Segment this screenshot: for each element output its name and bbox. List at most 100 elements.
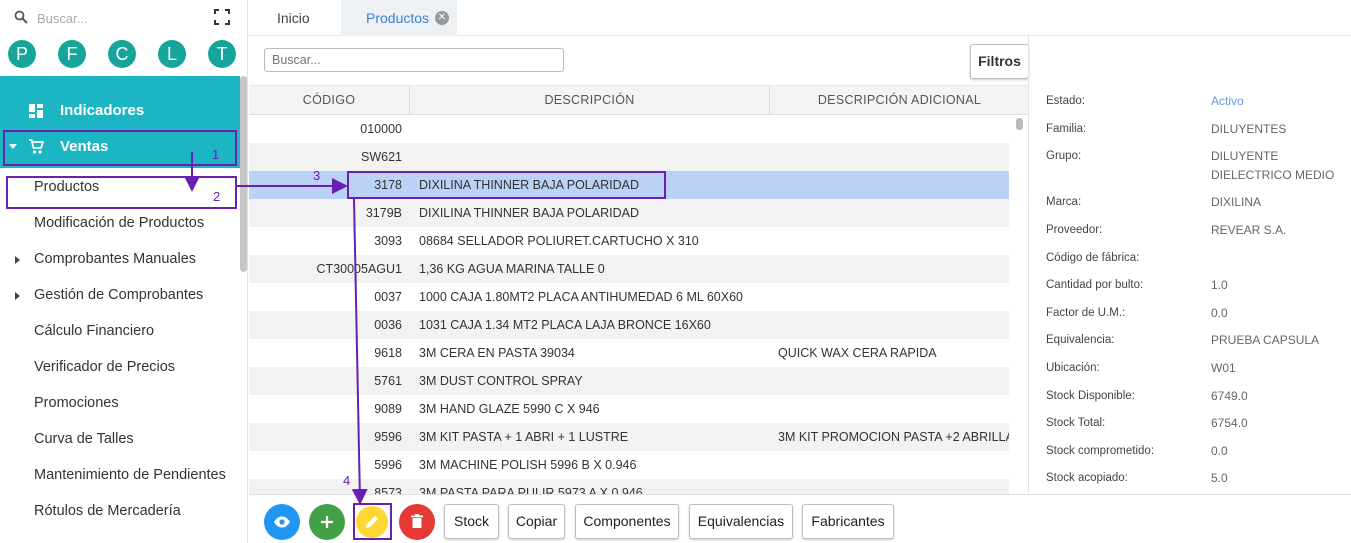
fabricantes-button[interactable]: Fabricantes <box>802 504 894 539</box>
detail-value: DILUYENTE DIELECTRICO MEDIO <box>1211 149 1335 182</box>
avatar-c[interactable]: C <box>108 40 136 68</box>
detail-value: DIXILINA <box>1211 195 1262 209</box>
column-header-descripcion-adicional[interactable]: DESCRIPCIÓN ADICIONAL <box>770 86 1029 115</box>
detail-label: Stock comprometido: <box>1046 445 1155 457</box>
equivalencias-button[interactable]: Equivalencias <box>689 504 793 539</box>
annotation-number-3: 3 <box>313 168 321 183</box>
table-row[interactable]: 5996 3M MACHINE POLISH 5996 B X 0.946 <box>249 451 1009 479</box>
avatar-t[interactable]: T <box>208 40 236 68</box>
cell-code: 3093 <box>374 234 402 248</box>
cell-desc: 3M MACHINE POLISH 5996 B X 0.946 <box>419 458 637 472</box>
delete-button[interactable] <box>399 504 435 540</box>
annotation-box-selected-row <box>347 171 666 199</box>
sidebar-item-comprobantes-manuales[interactable]: Comprobantes Manuales <box>0 242 240 278</box>
detail-value: 0.0 <box>1211 306 1228 320</box>
detail-value: 5.0 <box>1211 471 1228 485</box>
sidebar-item-label: Rótulos de Mercadería <box>34 503 181 519</box>
table-row[interactable]: 8573 3M PASTA PARA PULIR 5973 A X 0.946 <box>249 479 1009 495</box>
cell-desc: 3M KIT PASTA + 1 ABRI + 1 LUSTRE <box>419 430 629 444</box>
avatar-p[interactable]: P <box>8 40 36 68</box>
sidebar-item-promociones[interactable]: Promociones <box>0 386 240 422</box>
sidebar-item-gestion-comprobantes[interactable]: Gestión de Comprobantes <box>0 278 240 314</box>
cell-desc: 1,36 KG AGUA MARINA TALLE 0 <box>419 262 605 276</box>
table-row[interactable]: 9089 3M HAND GLAZE 5990 C X 946 <box>249 395 1009 423</box>
cell-code: 9618 <box>374 346 402 360</box>
table-row[interactable]: 5761 3M DUST CONTROL SPRAY <box>249 367 1009 395</box>
avatar-l[interactable]: L <box>158 40 186 68</box>
detail-value: 6749.0 <box>1211 389 1248 403</box>
cell-desc2: QUICK WAX CERA RAPIDA <box>778 346 937 360</box>
detail-value: PRUEBA CAPSULA <box>1211 333 1320 347</box>
detail-label: Familia: <box>1046 123 1087 135</box>
sidebar-item-label: Promociones <box>34 395 119 411</box>
detail-label: Marca: <box>1046 196 1082 208</box>
avatar-f[interactable]: F <box>58 40 86 68</box>
plus-icon <box>321 516 333 528</box>
table-row[interactable]: 010000 <box>249 115 1009 143</box>
product-detail-panel: Estado: Activo Familia: DILUYENTES Grupo: DIL… <box>1030 85 1351 493</box>
cell-code: SW621 <box>361 150 402 164</box>
detail-label: Grupo: <box>1046 150 1082 162</box>
column-header-descripcion[interactable]: DESCRIPCIÓN <box>410 86 770 115</box>
sidebar-scrollbar[interactable] <box>240 76 247 272</box>
cell-desc: 1000 CAJA 1.80MT2 PLACA ANTIHUMEDAD 6 ML… <box>419 290 743 304</box>
sidebar-search[interactable]: Buscar... <box>0 0 247 36</box>
search-input[interactable] <box>264 48 564 72</box>
componentes-button[interactable]: Componentes <box>575 504 679 539</box>
tab-bar: Inicio Productos ✕ <box>249 0 1351 36</box>
stock-button[interactable]: Stock <box>444 504 499 539</box>
table-row[interactable]: 9596 3M KIT PASTA + 1 ABRI + 1 LUSTRE 3M K… <box>249 423 1009 451</box>
tab-inicio[interactable]: Inicio <box>277 0 310 36</box>
add-button[interactable] <box>309 504 345 540</box>
dashboard-icon <box>29 104 43 118</box>
sidebar-item-label: Gestión de Comprobantes <box>34 287 204 303</box>
table-row[interactable]: CT30005AGU1 1,36 KG AGUA MARINA TALLE 0 <box>249 255 1009 283</box>
annotation-box-edit <box>353 503 392 540</box>
cell-desc: 3M HAND GLAZE 5990 C X 946 <box>419 402 600 416</box>
trash-icon <box>411 514 423 528</box>
table-row[interactable]: 0036 1031 CAJA 1.34 MT2 PLACA LAJA BRONCE… <box>249 311 1009 339</box>
tab-label: Productos <box>366 10 430 26</box>
caret-right-icon <box>15 292 20 300</box>
detail-label: Código de fábrica: <box>1046 252 1140 264</box>
table-row[interactable]: 3093 08684 SELLADOR POLIURET.CARTUCHO X 3… <box>249 227 1009 255</box>
column-header-codigo[interactable]: CÓDIGO <box>249 86 410 115</box>
detail-label: Proveedor: <box>1046 224 1103 236</box>
sidebar-item-modificacion-productos[interactable]: Modificación de Productos <box>0 206 240 242</box>
eye-icon <box>274 516 290 528</box>
sidebar-item-verificador-precios[interactable]: Verificador de Precios <box>0 350 240 386</box>
sidebar-item-label: Cálculo Financiero <box>34 323 155 339</box>
cell-code: 5996 <box>374 458 402 472</box>
sidebar-item-rotulos-mercaderia[interactable]: Rótulos de Mercadería <box>0 494 240 530</box>
copiar-button[interactable]: Copiar <box>508 504 565 539</box>
annotation-box-productos <box>6 176 237 209</box>
sidebar-item-curva-talles[interactable]: Curva de Talles <box>0 422 240 458</box>
sidebar-item-calculo-financiero[interactable]: Cálculo Financiero <box>0 314 240 350</box>
detail-value: 1.0 <box>1211 278 1228 292</box>
table-row[interactable]: SW621 <box>249 143 1009 171</box>
table-row[interactable]: 3179B DIXILINA THINNER BAJA POLARIDAD <box>249 199 1009 227</box>
sidebar-item-mantenimiento-pendientes[interactable]: Mantenimiento de Pendientes <box>0 458 240 494</box>
cell-code: CT30005AGU1 <box>316 262 402 276</box>
table-row[interactable]: 9618 3M CERA EN PASTA 39034 QUICK WAX CERA… <box>249 339 1009 367</box>
menu-item-indicadores[interactable]: Indicadores <box>0 93 240 129</box>
filtros-button[interactable]: Filtros <box>970 44 1029 79</box>
detail-label: Stock Total: <box>1046 417 1106 429</box>
detail-value: DILUYENTES <box>1211 122 1287 136</box>
sidebar-item-label: Mantenimiento de Pendientes <box>34 467 226 483</box>
tab-productos[interactable]: Productos ✕ <box>341 0 457 36</box>
table-scrollbar[interactable] <box>1016 118 1023 130</box>
detail-value: 6754.0 <box>1211 416 1248 430</box>
close-icon[interactable]: ✕ <box>435 11 449 25</box>
view-button[interactable] <box>264 504 300 540</box>
detail-label: Stock acopiado: <box>1046 472 1128 484</box>
detail-value: W01 <box>1211 361 1236 375</box>
detail-label: Ubicación: <box>1046 362 1100 374</box>
detail-value: REVEAR S.A. <box>1211 223 1287 237</box>
detail-label: Stock Disponible: <box>1046 390 1135 402</box>
search-icon <box>14 10 28 24</box>
cell-code: 0036 <box>374 318 402 332</box>
fullscreen-icon[interactable] <box>214 9 230 25</box>
table-row[interactable]: 0037 1000 CAJA 1.80MT2 PLACA ANTIHUMEDAD … <box>249 283 1009 311</box>
annotation-box-ventas <box>3 130 237 166</box>
